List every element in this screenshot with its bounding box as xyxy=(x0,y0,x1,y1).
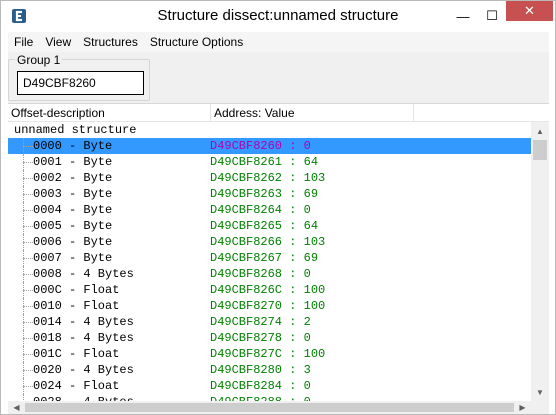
tree-branch-line xyxy=(23,274,33,275)
scrollbar-corner xyxy=(531,401,549,414)
row-address-value: D49CBF8261 : 64 xyxy=(210,155,319,169)
tree-branch-line xyxy=(23,306,33,307)
structure-row[interactable]: 0003 - Byte D49CBF8263 : 69 xyxy=(8,186,531,202)
menu-structures[interactable]: Structures xyxy=(77,32,144,52)
row-offset-description: 0006 - Byte xyxy=(33,235,113,249)
tree-branch-line xyxy=(23,370,33,371)
structure-row[interactable]: 0000 - Byte D49CBF8260 : 0 xyxy=(8,138,531,154)
vertical-scrollbar[interactable]: ▲ ▼ xyxy=(531,122,549,401)
row-address-value: D49CBF8288 : 0 xyxy=(210,394,311,401)
structure-row[interactable]: 0018 - 4 Bytes D49CBF8278 : 0 xyxy=(8,330,531,346)
row-address-value: D49CBF8264 : 0 xyxy=(210,203,311,217)
structure-tree[interactable]: unnamed structure 0000 - Byte D49CBF8260 … xyxy=(8,122,531,401)
vertical-scroll-thumb[interactable] xyxy=(533,140,547,160)
structure-row[interactable]: 0002 - Byte D49CBF8262 : 103 xyxy=(8,170,531,186)
row-address-value: D49CBF8262 : 103 xyxy=(210,171,326,185)
row-offset-description: 0007 - Byte xyxy=(33,251,113,265)
row-offset-description: 0002 - Byte xyxy=(33,171,113,185)
row-offset-description: 0018 - 4 Bytes xyxy=(33,331,134,345)
row-address-value: D49CBF8274 : 2 xyxy=(210,315,311,329)
tree-branch-line xyxy=(23,338,33,339)
tree-branch-line xyxy=(23,290,33,291)
scroll-up-icon[interactable]: ▲ xyxy=(531,122,549,140)
tree-branch-line xyxy=(23,162,33,163)
row-offset-description: 0005 - Byte xyxy=(33,219,113,233)
menu-bar: File View Structures Structure Options xyxy=(8,32,549,52)
tree-branch-line xyxy=(23,210,33,211)
tree-branch-line xyxy=(23,354,33,355)
row-address-value: D49CBF8284 : 0 xyxy=(210,379,311,393)
row-address-value: D49CBF8278 : 0 xyxy=(210,331,311,345)
scroll-down-icon[interactable]: ▼ xyxy=(531,383,549,401)
tree-branch-line xyxy=(23,242,33,243)
structure-row[interactable]: 0020 - 4 Bytes D49CBF8280 : 3 xyxy=(8,362,531,378)
tree-branch-line xyxy=(23,322,33,323)
tree-guide-line xyxy=(23,394,24,401)
row-address-value: D49CBF8268 : 0 xyxy=(210,267,311,281)
column-header-address[interactable]: Address: Value xyxy=(211,104,414,122)
row-offset-description: 0004 - Byte xyxy=(33,203,113,217)
row-address-value: D49CBF8260 : 0 xyxy=(210,139,311,153)
structure-row[interactable]: 0008 - 4 Bytes D49CBF8268 : 0 xyxy=(8,266,531,282)
horizontal-scroll-thumb[interactable] xyxy=(25,403,514,412)
menu-file[interactable]: File xyxy=(8,32,39,52)
close-button[interactable]: ✕ xyxy=(506,1,553,21)
group-address-input[interactable]: D49CBF8260 xyxy=(17,71,144,95)
scroll-left-icon[interactable]: ◀ xyxy=(8,401,25,414)
tree-branch-line xyxy=(23,146,33,147)
tree-branch-line xyxy=(23,226,33,227)
structure-row[interactable]: 0024 - Float D49CBF8284 : 0 xyxy=(8,378,531,394)
structure-row[interactable]: 0001 - Byte D49CBF8261 : 64 xyxy=(8,154,531,170)
row-address-value: D49CBF827C : 100 xyxy=(210,347,326,361)
row-address-value: D49CBF8265 : 64 xyxy=(210,219,319,233)
row-offset-description: 0028 - 4 Bytes xyxy=(33,394,134,401)
scroll-right-icon[interactable]: ▶ xyxy=(514,401,531,414)
tree-branch-line xyxy=(23,194,33,195)
row-offset-description: 0014 - 4 Bytes xyxy=(33,315,134,329)
row-offset-description: 0001 - Byte xyxy=(33,155,113,169)
group-label: Group 1 xyxy=(15,53,63,67)
row-address-value: D49CBF826C : 100 xyxy=(210,283,326,297)
structure-root-node[interactable]: unnamed structure xyxy=(14,123,136,138)
structure-row[interactable]: 0028 - 4 Bytes D49CBF8288 : 0 xyxy=(8,394,531,401)
row-offset-description: 000C - Float xyxy=(33,283,120,297)
minimize-button[interactable]: — xyxy=(448,1,478,31)
structure-dissect-window: Structure dissect:unnamed structure — ☐ … xyxy=(0,0,556,415)
structure-row[interactable]: 0007 - Byte D49CBF8267 : 69 xyxy=(8,250,531,266)
tree-branch-line xyxy=(23,178,33,179)
structure-row[interactable]: 001C - Float D49CBF827C : 100 xyxy=(8,346,531,362)
maximize-button[interactable]: ☐ xyxy=(478,1,506,31)
horizontal-scrollbar[interactable]: ◀ ▶ xyxy=(8,401,531,414)
menu-view[interactable]: View xyxy=(39,32,77,52)
column-header: Offset-description Address: Value xyxy=(8,103,549,122)
row-offset-description: 001C - Float xyxy=(33,347,120,361)
row-offset-description: 0000 - Byte xyxy=(33,139,113,153)
structure-row[interactable]: 0005 - Byte D49CBF8265 : 64 xyxy=(8,218,531,234)
structure-row[interactable]: 0014 - 4 Bytes D49CBF8274 : 2 xyxy=(8,314,531,330)
row-address-value: D49CBF8267 : 69 xyxy=(210,251,319,265)
row-address-value: D49CBF8270 : 100 xyxy=(210,299,326,313)
row-offset-description: 0008 - 4 Bytes xyxy=(33,267,134,281)
menu-structure-options[interactable]: Structure Options xyxy=(144,32,249,52)
structure-row[interactable]: 000C - Float D49CBF826C : 100 xyxy=(8,282,531,298)
title-bar[interactable]: Structure dissect:unnamed structure — ☐ … xyxy=(1,1,555,32)
row-offset-description: 0024 - Float xyxy=(33,379,120,393)
row-address-value: D49CBF8266 : 103 xyxy=(210,235,326,249)
tree-branch-line xyxy=(23,386,33,387)
row-offset-description: 0020 - 4 Bytes xyxy=(33,363,134,377)
structure-row[interactable]: 0010 - Float D49CBF8270 : 100 xyxy=(8,298,531,314)
row-address-value: D49CBF8280 : 3 xyxy=(210,363,311,377)
column-header-offset[interactable]: Offset-description xyxy=(8,104,211,122)
row-offset-description: 0003 - Byte xyxy=(33,187,113,201)
structure-row[interactable]: 0004 - Byte D49CBF8264 : 0 xyxy=(8,202,531,218)
structure-row[interactable]: 0006 - Byte D49CBF8266 : 103 xyxy=(8,234,531,250)
tree-branch-line xyxy=(23,258,33,259)
row-offset-description: 0010 - Float xyxy=(33,299,120,313)
row-address-value: D49CBF8263 : 69 xyxy=(210,187,319,201)
